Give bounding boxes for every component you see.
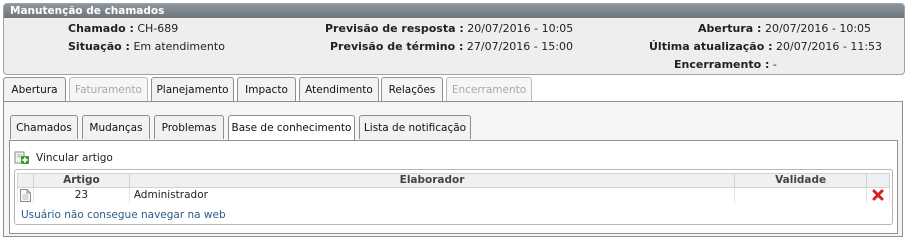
abertura-value: 20/07/2016 - 10:05	[764, 22, 872, 35]
subtab-mudancas[interactable]: Mudanças	[82, 115, 150, 139]
subtab-problemas[interactable]: Problemas	[154, 115, 224, 139]
relacoes-panel: Chamados Mudanças Problemas Base de conh…	[3, 101, 903, 237]
encerramento-label: Encerramento :	[674, 58, 770, 71]
validade-cell	[734, 187, 867, 203]
base-de-conhecimento-panel: Vincular artigo Artigo Elaborador Valida…	[9, 140, 898, 234]
encerramento-row: Encerramento : -	[674, 56, 777, 74]
artigo-cell: 23	[32, 187, 130, 203]
table-header-row: Artigo Elaborador Validade	[17, 173, 890, 188]
chamado-row: Chamado : CH-689	[68, 20, 178, 38]
tab-planejamento[interactable]: Planejamento	[151, 77, 234, 101]
delete-icon[interactable]	[866, 187, 890, 203]
subtab-chamados[interactable]: Chamados	[10, 115, 78, 139]
vincular-artigo-label: Vincular artigo	[36, 152, 113, 164]
artigo-column-header[interactable]: Artigo	[32, 173, 130, 188]
tab-atendimento[interactable]: Atendimento	[299, 77, 379, 101]
ultima-atualizacao-label: Última atualização :	[649, 40, 773, 53]
elaborador-column-header[interactable]: Elaborador	[128, 173, 736, 188]
encerramento-value: -	[772, 58, 777, 71]
chamado-value: CH-689	[137, 22, 179, 35]
situacao-row: Situação : Em atendimento	[68, 38, 225, 56]
artigos-table: Artigo Elaborador Validade 23 Administra…	[17, 173, 890, 203]
ticket-info-panel: Manutenção de chamados Chamado : CH-689 …	[3, 3, 905, 75]
abertura-label: Abertura :	[698, 22, 762, 35]
ticket-tabs-area: Abertura Faturamento Planejamento Impact…	[3, 77, 903, 238]
add-link-icon	[14, 149, 30, 165]
chamado-label: Chamado :	[68, 22, 134, 35]
ticket-info-grid: Chamado : CH-689 Situação : Em atendimen…	[4, 18, 904, 74]
tab-faturamento: Faturamento	[69, 77, 148, 101]
artigo-title-link[interactable]: Usuário não consegue navegar na web	[21, 209, 226, 221]
panel-title: Manutenção de chamados	[4, 4, 904, 18]
table-row[interactable]: 23 Administrador	[17, 187, 890, 203]
validade-column-header[interactable]: Validade	[734, 173, 867, 188]
elaborador-cell: Administrador	[128, 187, 736, 203]
previsao-termino-row: Previsão de término : 27/07/2016 - 15:00	[330, 38, 573, 56]
artigos-table-container: Artigo Elaborador Validade 23 Administra…	[14, 169, 893, 225]
previsao-termino-label: Previsão de término :	[330, 40, 464, 53]
action-column-header	[866, 173, 890, 188]
previsao-termino-value: 27/07/2016 - 15:00	[466, 40, 573, 53]
situacao-value: Em atendimento	[133, 40, 225, 53]
subtab-lista-de-notificacao[interactable]: Lista de notificação	[359, 115, 471, 139]
situacao-label: Situação :	[68, 40, 130, 53]
previsao-resposta-label: Previsão de resposta :	[325, 22, 464, 35]
previsao-resposta-row: Previsão de resposta : 20/07/2016 - 10:0…	[325, 20, 573, 38]
icon-column-header	[17, 173, 34, 188]
previsao-resposta-value: 20/07/2016 - 10:05	[467, 22, 574, 35]
abertura-row: Abertura : 20/07/2016 - 10:05	[698, 20, 871, 38]
document-icon[interactable]	[17, 187, 34, 203]
ultima-atualizacao-value: 20/07/2016 - 11:53	[775, 40, 883, 53]
subtab-base-de-conhecimento[interactable]: Base de conhecimento	[228, 115, 355, 140]
tab-impacto[interactable]: Impacto	[237, 77, 296, 101]
tab-encerramento: Encerramento	[446, 77, 532, 101]
tab-relacoes[interactable]: Relações	[381, 77, 443, 102]
tab-abertura[interactable]: Abertura	[3, 77, 66, 101]
ultima-atualizacao-row: Última atualização : 20/07/2016 - 11:53	[649, 38, 882, 56]
